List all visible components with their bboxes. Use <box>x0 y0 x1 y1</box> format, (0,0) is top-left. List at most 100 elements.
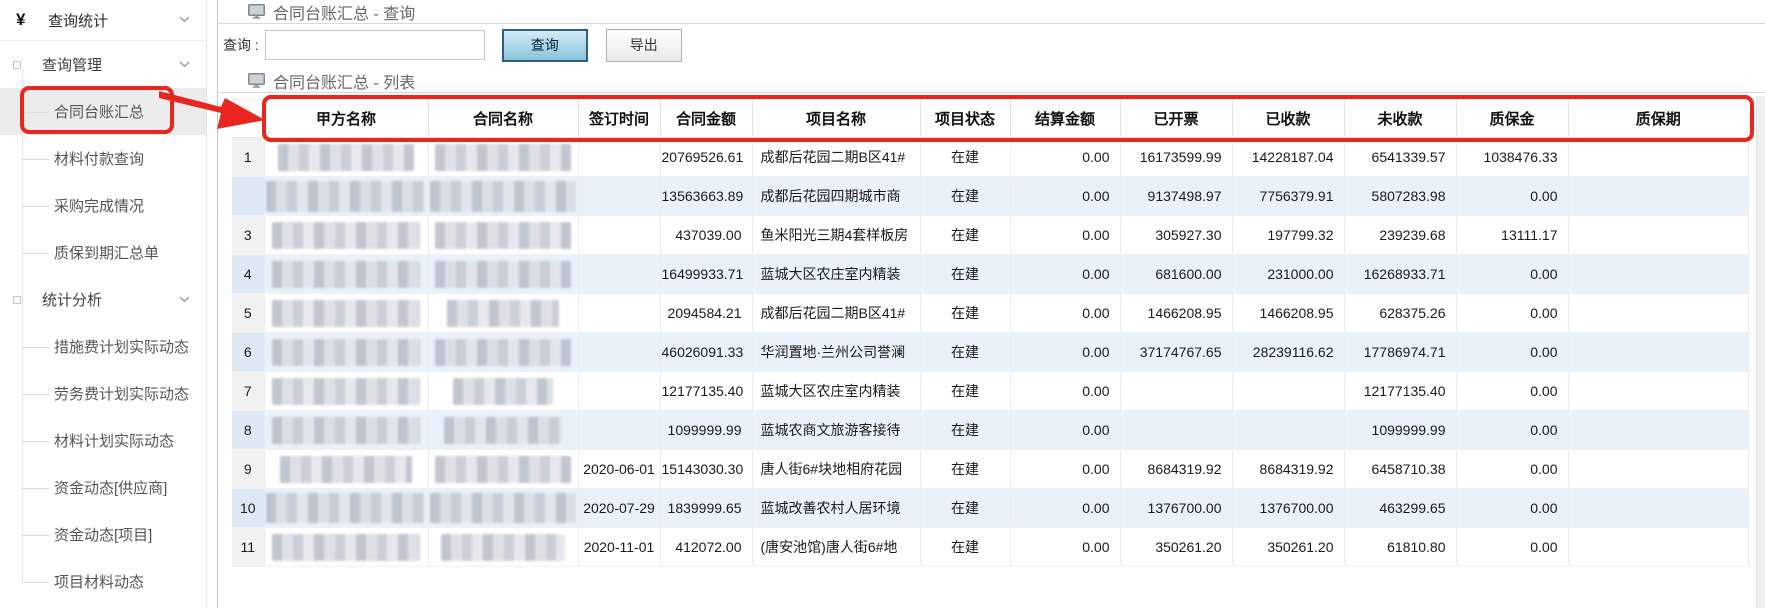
redacted-cell-party_a <box>264 138 428 177</box>
sidebar-item-4[interactable]: 采购完成情况 <box>0 182 206 229</box>
blur-patch <box>266 493 425 523</box>
sidebar-item-5[interactable]: 质保到期汇总单 <box>0 229 206 276</box>
sidebar-item-label: 统计分析 <box>42 289 102 310</box>
cell-contract_amount: 437039.00 <box>660 216 752 255</box>
cell-settle_amount: 0.00 <box>1010 177 1120 216</box>
sidebar-item-6[interactable]: 统计分析 <box>0 276 206 323</box>
cell-contract_amount: 46026091.33 <box>660 333 752 372</box>
cell-settle_amount: 0.00 <box>1010 528 1120 567</box>
cell-contract_amount: 1099999.99 <box>660 411 752 450</box>
row-number: 2 <box>232 177 264 216</box>
table-row[interactable]: 81099999.99蓝城农商文旅游客接待在建0.001099999.990.0… <box>232 411 1748 450</box>
main-pane: 合同台账汇总 - 查询 查询 : 查询 导出 合同台账汇总 - 列表 <box>217 0 1765 608</box>
table-row[interactable]: 120769526.61成都后花园二期B区41#在建0.0016173599.9… <box>232 138 1748 177</box>
table-row[interactable]: 3437039.00鱼米阳光三期4套样板房在建0.00305927.301977… <box>232 216 1748 255</box>
sidebar: ¥查询统计查询管理合同台账汇总材料付款查询采购完成情况质保到期汇总单统计分析措施… <box>0 0 207 608</box>
cell-settle_amount: 0.00 <box>1010 216 1120 255</box>
column-header[interactable]: 项目名称 <box>752 100 920 138</box>
redacted-cell-contract_name <box>428 333 578 372</box>
cell-received: 1466208.95 <box>1232 294 1344 333</box>
table-row[interactable]: 416499933.71蓝城大区农庄室内精装在建0.00681600.00231… <box>232 255 1748 294</box>
sidebar-item-12[interactable]: 项目材料动态 <box>0 558 206 605</box>
cell-invoiced: 1466208.95 <box>1120 294 1232 333</box>
column-header[interactable]: 合同名称 <box>428 100 578 138</box>
cell-project_name: 华润置地·兰州公司誉澜 <box>752 333 920 372</box>
column-header[interactable]: 项目状态 <box>920 100 1010 138</box>
sidebar-item-9[interactable]: 材料计划实际动态 <box>0 417 206 464</box>
tree-expand-icon[interactable] <box>13 61 21 69</box>
redacted-cell-party_a <box>264 528 428 567</box>
column-header[interactable]: 质保金 <box>1456 100 1568 138</box>
sidebar-item-1[interactable]: 查询管理 <box>0 41 206 88</box>
cell-sign_date <box>578 411 660 450</box>
column-header[interactable]: 未收款 <box>1344 100 1456 138</box>
cell-retention_period <box>1568 294 1748 333</box>
cell-settle_amount: 0.00 <box>1010 489 1120 528</box>
cell-project_status: 在建 <box>920 177 1010 216</box>
cell-retention_period <box>1568 489 1748 528</box>
cell-sign_date <box>578 372 660 411</box>
row-number-header <box>232 100 264 138</box>
blur-patch <box>272 261 420 288</box>
sidebar-item-8[interactable]: 劳务费计划实际动态 <box>0 370 206 417</box>
redacted-cell-contract_name <box>428 216 578 255</box>
column-header[interactable]: 已开票 <box>1120 100 1232 138</box>
sidebar-item-3[interactable]: 材料付款查询 <box>0 135 206 182</box>
blur-patch <box>447 300 559 327</box>
redacted-cell-party_a <box>264 411 428 450</box>
cell-retention_period <box>1568 528 1748 567</box>
table-row[interactable]: 52094584.21成都后花园二期B区41#在建0.001466208.951… <box>232 294 1748 333</box>
cell-received <box>1232 372 1344 411</box>
query-input[interactable] <box>265 30 485 60</box>
export-button[interactable]: 导出 <box>606 29 682 62</box>
chevron-down-icon[interactable] <box>179 16 190 23</box>
monitor-icon <box>248 4 265 19</box>
column-header[interactable]: 已收款 <box>1232 100 1344 138</box>
redacted-cell-contract_name <box>428 372 578 411</box>
sidebar-item-label: 劳务费计划实际动态 <box>54 383 189 404</box>
vertical-scrollbar[interactable] <box>1756 96 1765 608</box>
table-body: 120769526.61成都后花园二期B区41#在建0.0016173599.9… <box>232 138 1748 567</box>
column-header[interactable]: 签订时间 <box>578 100 660 138</box>
cell-project_status: 在建 <box>920 255 1010 294</box>
cell-retention_period <box>1568 333 1748 372</box>
table-row[interactable]: 92020-06-0115143030.30唐人街6#块地相府花园在建0.008… <box>232 450 1748 489</box>
search-button[interactable]: 查询 <box>502 29 588 62</box>
cell-project_status: 在建 <box>920 489 1010 528</box>
row-number: 7 <box>232 372 264 411</box>
cell-sign_date: 2020-11-01 <box>578 528 660 567</box>
column-header[interactable]: 合同金额 <box>660 100 752 138</box>
column-header[interactable]: 甲方名称 <box>264 100 428 138</box>
table-row[interactable]: 213563663.89成都后花园四期城市商在建0.009137498.9777… <box>232 177 1748 216</box>
sidebar-item-0[interactable]: ¥查询统计 <box>0 0 206 41</box>
table-row[interactable]: 712177135.40蓝城大区农庄室内精装在建0.0012177135.400… <box>232 372 1748 411</box>
chevron-down-icon[interactable] <box>179 61 190 68</box>
column-header[interactable]: 结算金额 <box>1010 100 1120 138</box>
column-header[interactable]: 质保期 <box>1568 100 1748 138</box>
sidebar-item-10[interactable]: 资金动态[供应商] <box>0 464 206 511</box>
blur-patch <box>435 456 570 483</box>
sidebar-item-label: 资金动态[供应商] <box>54 477 167 498</box>
cell-project_name: 蓝城农商文旅游客接待 <box>752 411 920 450</box>
cell-invoiced <box>1120 411 1232 450</box>
yen-icon: ¥ <box>16 10 38 30</box>
blur-patch <box>453 378 553 405</box>
sidebar-item-label: 材料付款查询 <box>54 148 144 169</box>
sidebar-item-2[interactable]: 合同台账汇总 <box>0 88 206 135</box>
row-number: 6 <box>232 333 264 372</box>
redacted-cell-contract_name <box>428 294 578 333</box>
chevron-down-icon[interactable] <box>179 296 190 303</box>
cell-project_status: 在建 <box>920 216 1010 255</box>
cell-received: 14228187.04 <box>1232 138 1344 177</box>
sidebar-item-11[interactable]: 资金动态[项目] <box>0 511 206 558</box>
sidebar-item-7[interactable]: 措施费计划实际动态 <box>0 323 206 370</box>
blur-patch <box>272 378 420 405</box>
tree-expand-icon[interactable] <box>13 296 21 304</box>
table-row[interactable]: 102020-07-291839999.65蓝城改善农村人居环境在建0.0013… <box>232 489 1748 528</box>
cell-invoiced: 37174767.65 <box>1120 333 1232 372</box>
table-row[interactable]: 112020-11-01412072.00(唐安池馆)唐人街6#地在建0.003… <box>232 528 1748 567</box>
table-row[interactable]: 646026091.33华润置地·兰州公司誉澜在建0.0037174767.65… <box>232 333 1748 372</box>
cell-sign_date <box>578 138 660 177</box>
cell-invoiced: 350261.20 <box>1120 528 1232 567</box>
cell-settle_amount: 0.00 <box>1010 411 1120 450</box>
